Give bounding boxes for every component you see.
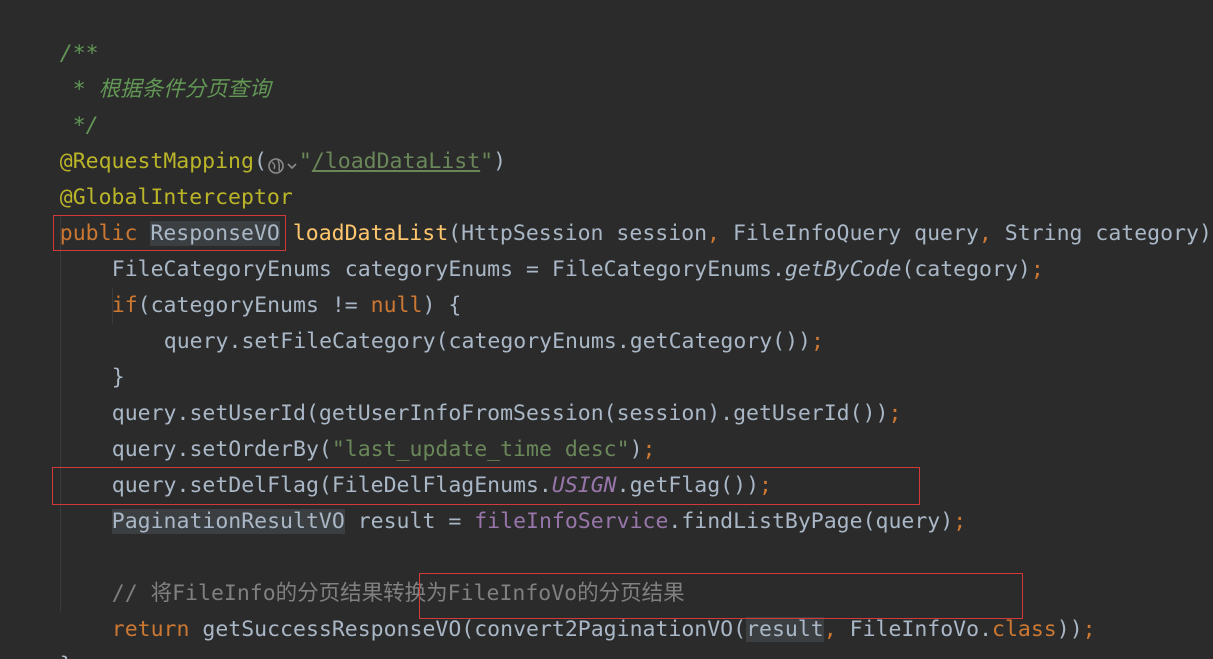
semicolon: ;: [953, 509, 967, 534]
code-text: .findListByPage(query): [668, 509, 954, 534]
code-line-16[interactable]: // 将FileInfo的分页结果转换为FileInfoVo的分页结果: [60, 540, 685, 606]
code-line-13[interactable]: query.setDelFlag(FileDelFlagEnums.USIGN.…: [60, 432, 772, 498]
code-text: )): [1056, 617, 1083, 642]
string-quote: ": [480, 149, 494, 174]
code-line-3[interactable]: */: [8, 72, 99, 138]
variable-result: result: [746, 617, 824, 642]
code-editor[interactable]: /** * 根据条件分页查询 */ @RequestMapping("/load…: [0, 0, 1213, 659]
mapping-path-link[interactable]: /loadDataList: [312, 149, 480, 174]
code-line-4[interactable]: @RequestMapping("/loadDataList"): [8, 108, 506, 174]
code-line-12[interactable]: query.setOrderBy("last_update_time desc"…: [60, 396, 656, 462]
code-line-7[interactable]: FileCategoryEnums categoryEnums = FileCa…: [60, 216, 1044, 282]
code-line-6[interactable]: public ResponseVO loadDataList(HttpSessi…: [8, 180, 1213, 246]
closing-brace: }: [60, 653, 73, 659]
keyword-return: return: [111, 617, 190, 642]
code-line-8[interactable]: if(categoryEnums != null) {: [60, 252, 462, 318]
semicolon: ;: [811, 329, 824, 354]
code-line-2[interactable]: * 根据条件分页查询: [8, 36, 271, 102]
field-file-info-service: fileInfoService: [474, 509, 669, 534]
code-line-17[interactable]: return getSuccessResponseVO(convert2Pagi…: [60, 576, 1096, 642]
semicolon: ;: [1082, 617, 1096, 642]
keyword-class: class: [992, 617, 1057, 642]
static-call: getByCode: [784, 257, 902, 282]
code-text: query.setFileCategory(categoryEnums.getC…: [163, 329, 811, 354]
code-line-11[interactable]: query.setUserId(getUserInfoFromSession(s…: [60, 360, 902, 426]
code-text: getSuccessResponseVO(: [189, 617, 475, 642]
string-quote: ": [298, 149, 312, 174]
code-line-14[interactable]: PaginationResultVO result = fileInfoServ…: [60, 468, 966, 534]
paren-close: ): [493, 149, 507, 174]
code-text: result =: [344, 509, 475, 534]
semicolon: ;: [1030, 257, 1044, 282]
code-line-5[interactable]: @GlobalInterceptor: [8, 144, 293, 210]
code-text: FileInfoVo.: [836, 617, 993, 642]
code-text: convert2PaginationVO(: [474, 617, 747, 642]
type-pagination-result-vo: PaginationResultVO: [111, 509, 345, 534]
code-line-10[interactable]: }: [60, 324, 125, 390]
code-line-1[interactable]: /**: [8, 0, 99, 66]
code-line-9[interactable]: query.setFileCategory(categoryEnums.getC…: [112, 288, 824, 354]
code-line-18[interactable]: }: [8, 612, 73, 659]
code-text: (category): [901, 257, 1031, 282]
comma: ,: [823, 617, 837, 642]
semicolon: ;: [888, 401, 902, 426]
